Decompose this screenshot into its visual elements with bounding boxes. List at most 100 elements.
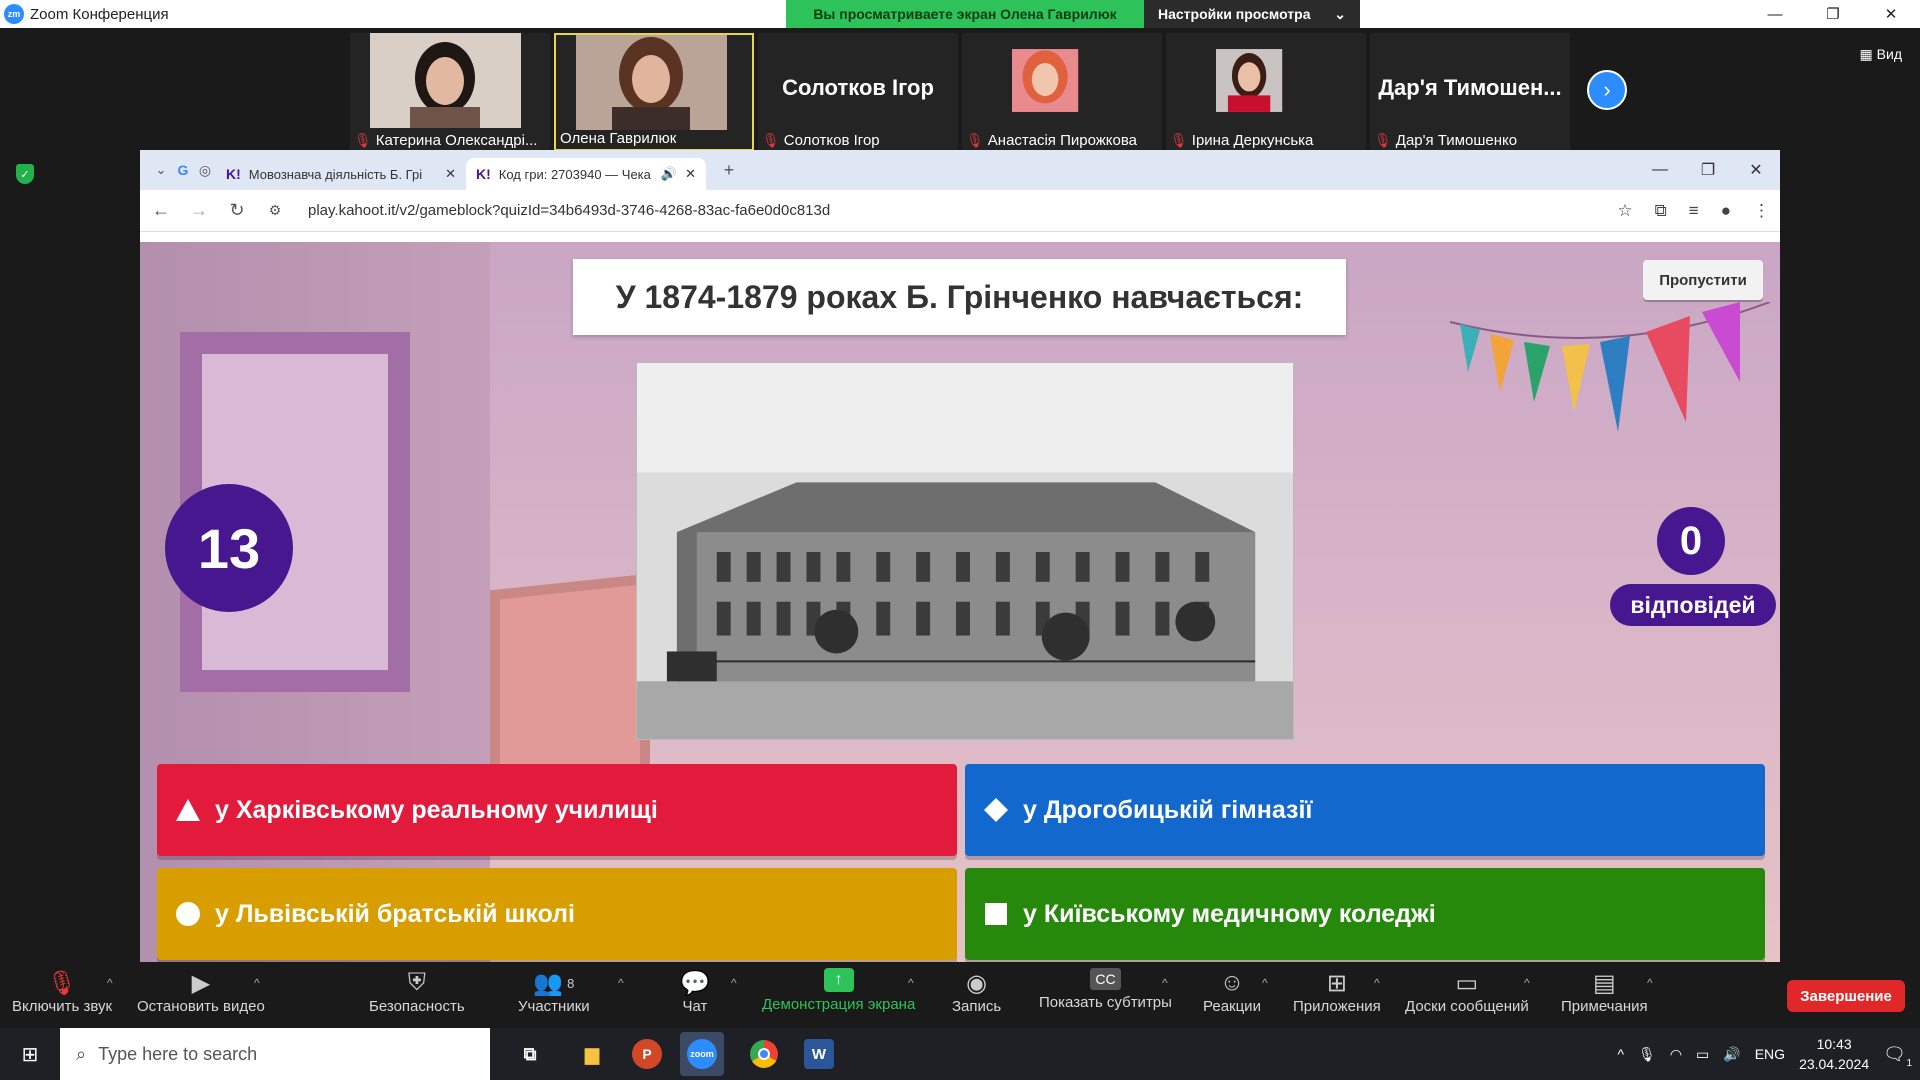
- kahoot-game-view: У 1874-1879 роках Б. Грінченко навчаєтьс…: [140, 242, 1780, 964]
- taskbar-search[interactable]: ⌕ Type here to search: [60, 1028, 490, 1080]
- pinned-tab-icon[interactable]: ◎: [194, 162, 216, 179]
- question-text: У 1874-1879 роках Б. Грінченко навчаєтьс…: [573, 259, 1346, 335]
- close-icon[interactable]: ✕: [1862, 0, 1920, 28]
- participant-name: Солотков Ігор: [783, 132, 880, 149]
- chat-options-caret-icon[interactable]: ^: [731, 976, 737, 990]
- file-explorer-icon[interactable]: ▆: [570, 1032, 614, 1076]
- record-button[interactable]: ◉ Запись: [952, 968, 1001, 1016]
- extensions-icon[interactable]: ⧉: [1655, 201, 1667, 221]
- speaker-icon[interactable]: 🔊: [661, 166, 677, 182]
- participants-button[interactable]: 👥 8 Участники: [518, 968, 590, 1016]
- square-icon: [983, 901, 1009, 927]
- share-options-caret-icon[interactable]: ^: [908, 976, 914, 990]
- media-control-icon[interactable]: ≡: [1689, 201, 1699, 221]
- participant-video: [576, 35, 727, 130]
- clock[interactable]: 10:43 23.04.2024: [1799, 1034, 1869, 1074]
- clock-date: 23.04.2024: [1799, 1056, 1870, 1072]
- microphone-icon[interactable]: 🎙: [1638, 1046, 1656, 1063]
- reload-icon[interactable]: ↻: [226, 200, 248, 221]
- restore-icon[interactable]: ❐: [1804, 0, 1862, 28]
- notes-button[interactable]: ▤ Примечания: [1561, 968, 1648, 1016]
- address-bar[interactable]: play.kahoot.it/v2/gameblock?quizId=34b64…: [308, 202, 830, 219]
- answer-option-red[interactable]: у Харківському реальному училищі: [157, 764, 957, 856]
- participant-name: Олена Гаврилюк: [560, 130, 677, 147]
- whiteboards-options-caret-icon[interactable]: ^: [1524, 976, 1530, 990]
- apps-button[interactable]: ⊞ Приложения: [1293, 968, 1381, 1016]
- new-tab-icon[interactable]: +: [718, 160, 740, 181]
- audio-options-caret-icon[interactable]: ^: [107, 976, 113, 990]
- windows-start-icon[interactable]: ⊞: [0, 1028, 60, 1080]
- participant-video: [1216, 49, 1283, 112]
- tab-close-icon[interactable]: ✕: [445, 166, 456, 182]
- participant-video: [1012, 49, 1079, 112]
- chat-icon: 💬: [680, 969, 710, 997]
- participants-options-caret-icon[interactable]: ^: [618, 976, 624, 990]
- whiteboards-button[interactable]: ▭ Доски сообщений: [1405, 968, 1529, 1016]
- language-indicator[interactable]: ENG: [1755, 1046, 1785, 1062]
- browser-minimize-icon[interactable]: —: [1636, 150, 1684, 190]
- answer-option-blue[interactable]: у Дрогобицькій гімназії: [965, 764, 1765, 856]
- tab-search-icon[interactable]: ⌄: [150, 162, 172, 178]
- next-page-arrow-icon[interactable]: ›: [1587, 70, 1627, 110]
- question-image: [636, 362, 1294, 740]
- answer-option-yellow[interactable]: у Львівській братській школі: [157, 868, 957, 960]
- skip-button[interactable]: Пропустити: [1643, 260, 1763, 300]
- notifications-icon[interactable]: 🗨 1: [1883, 1044, 1912, 1069]
- google-icon[interactable]: G: [172, 162, 194, 178]
- participant-tile[interactable]: 🎙 Анастасія Пирожкова: [962, 33, 1162, 151]
- reactions-options-caret-icon[interactable]: ^: [1262, 976, 1268, 990]
- stop-video-button[interactable]: ▶ Остановить видео: [137, 968, 265, 1016]
- forward-icon[interactable]: →: [188, 200, 210, 221]
- view-settings-button[interactable]: Настройки просмотра ⌄: [1144, 0, 1360, 28]
- chrome-icon[interactable]: [742, 1032, 786, 1076]
- participant-tile[interactable]: 🎙 Ірина Деркунська: [1166, 33, 1366, 151]
- encryption-shield-icon[interactable]: ✓: [16, 164, 34, 184]
- volume-icon[interactable]: 🔊: [1723, 1046, 1740, 1063]
- view-settings-label: Настройки просмотра: [1158, 6, 1311, 22]
- browser-close-icon[interactable]: ✕: [1732, 150, 1780, 190]
- whiteboard-icon: ▭: [1455, 969, 1479, 997]
- site-info-icon[interactable]: ⚙: [264, 202, 286, 219]
- tray-chevron-icon[interactable]: ^: [1617, 1046, 1624, 1062]
- security-button[interactable]: ⛨ Безопасность: [369, 968, 465, 1015]
- end-meeting-button[interactable]: Завершение: [1787, 980, 1905, 1012]
- back-icon[interactable]: ←: [150, 200, 172, 221]
- zoom-taskbar-icon[interactable]: zoom: [680, 1032, 724, 1076]
- unmute-button[interactable]: 🎙 Включить звук: [12, 968, 112, 1016]
- participant-tile[interactable]: Солотков Ігор 🎙 Солотков Ігор: [758, 33, 958, 151]
- mic-muted-icon: 🎙: [966, 132, 984, 148]
- bookmark-star-icon[interactable]: ☆: [1617, 201, 1632, 221]
- tab-active[interactable]: K! Код гри: 2703940 — Чека 🔊 ✕: [466, 158, 706, 190]
- word-icon[interactable]: W: [804, 1039, 834, 1069]
- view-button[interactable]: ▦ Вид: [1860, 46, 1902, 63]
- tab-strip: ⌄ G ◎ K! Мовознавча діяльність Б. Грі ✕ …: [140, 150, 1780, 190]
- chat-button[interactable]: 💬 Чат: [680, 968, 710, 1016]
- browser-toolbar: ← → ↻ ⚙ play.kahoot.it/v2/gameblock?quiz…: [140, 190, 1780, 232]
- battery-icon[interactable]: ▭: [1696, 1046, 1709, 1063]
- captions-button[interactable]: CC Показать субтитры: [1039, 968, 1172, 1011]
- powerpoint-icon[interactable]: P: [632, 1039, 662, 1069]
- notes-options-caret-icon[interactable]: ^: [1647, 976, 1653, 990]
- notes-icon: ▤: [1592, 969, 1616, 997]
- browser-restore-icon[interactable]: ❐: [1684, 150, 1732, 190]
- minimize-icon[interactable]: —: [1746, 0, 1804, 28]
- video-options-caret-icon[interactable]: ^: [254, 976, 260, 990]
- reactions-button[interactable]: ☺ Реакции: [1203, 968, 1261, 1015]
- task-view-icon[interactable]: ⧉: [508, 1032, 552, 1076]
- apps-options-caret-icon[interactable]: ^: [1374, 976, 1380, 990]
- answers-label: відповідей: [1610, 584, 1776, 626]
- network-icon[interactable]: ◠: [1670, 1046, 1682, 1063]
- menu-kebab-icon[interactable]: ⋮: [1753, 201, 1770, 221]
- participant-tile[interactable]: 🎙 Катерина Олександрі...: [350, 33, 550, 151]
- profile-avatar-icon[interactable]: ●: [1721, 201, 1731, 221]
- participant-tile-active[interactable]: Олена Гаврилюк: [554, 33, 754, 151]
- kahoot-icon: K!: [226, 166, 241, 182]
- participant-name: Ірина Деркунська: [1191, 132, 1314, 149]
- answer-option-green[interactable]: у Київському медичному коледжі: [965, 868, 1765, 960]
- participant-tile[interactable]: Дар'я Тимошен... 🎙 Дар'я Тимошенко: [1370, 33, 1570, 151]
- tab-inactive[interactable]: K! Мовознавча діяльність Б. Грі ✕: [216, 158, 466, 190]
- captions-options-caret-icon[interactable]: ^: [1162, 976, 1168, 990]
- zoom-titlebar: zm Zoom Конференция Вы просматриваете эк…: [0, 0, 1920, 28]
- share-screen-button[interactable]: ↑ Демонстрация экрана: [762, 968, 915, 1013]
- tab-close-icon[interactable]: ✕: [685, 166, 696, 182]
